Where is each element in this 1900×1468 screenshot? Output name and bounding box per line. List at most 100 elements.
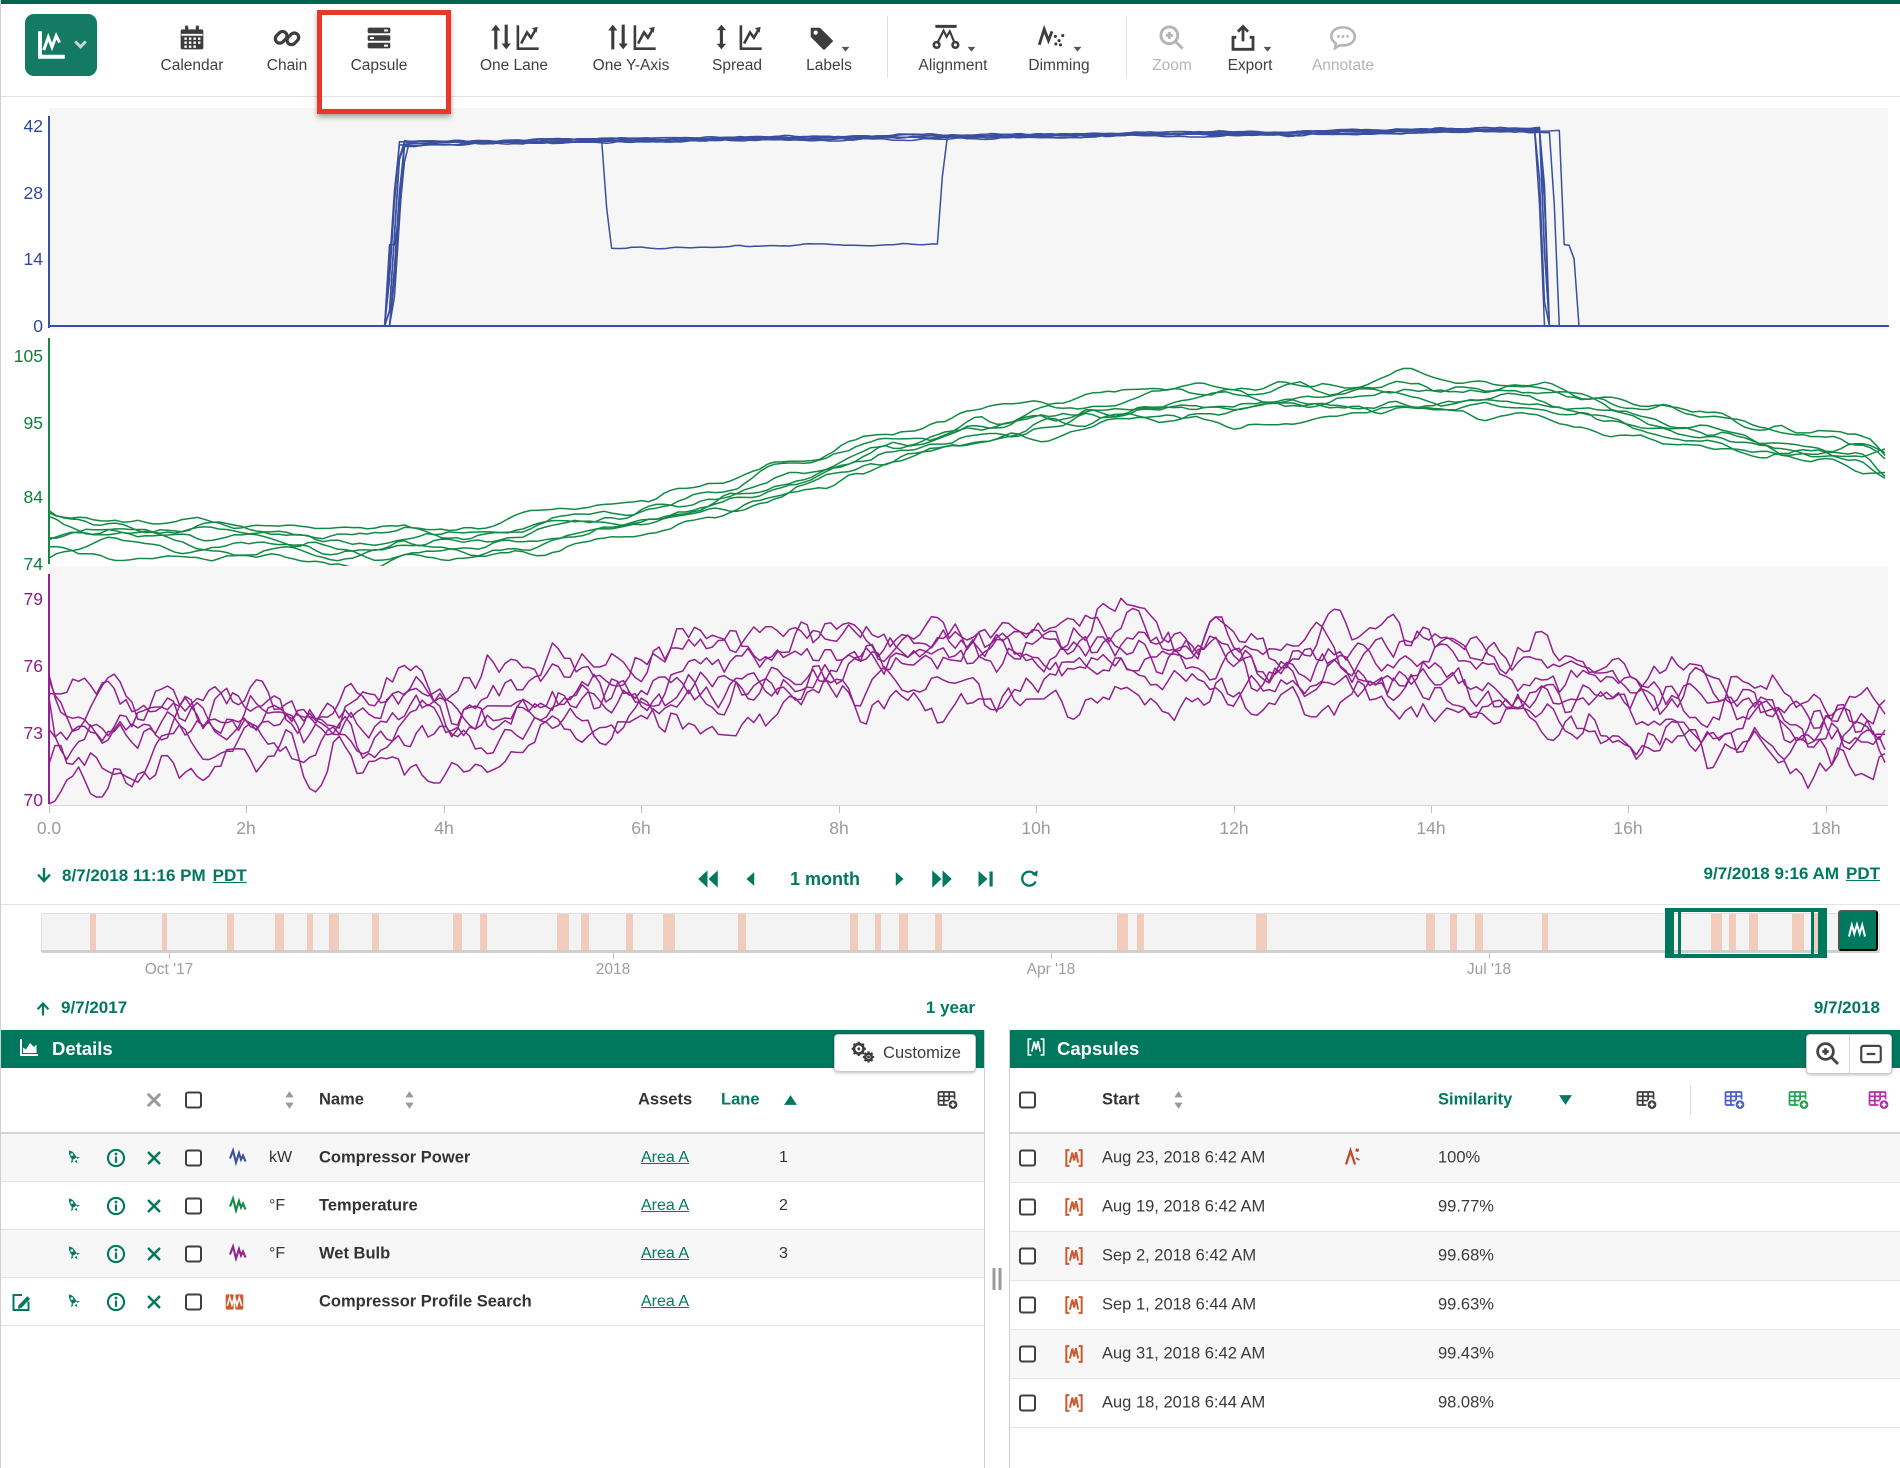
timeline-selection-handle[interactable] — [1665, 908, 1827, 958]
x-axis-tick — [1431, 806, 1432, 813]
timeline-bar[interactable] — [41, 913, 1880, 953]
lane-series-plot[interactable] — [49, 108, 1889, 330]
capsule-row[interactable]: Sep 2, 2018 6:42 AM99.68% — [1010, 1232, 1900, 1281]
capsule-start-time: Aug 31, 2018 6:42 AM — [1102, 1345, 1265, 1364]
row-checkbox[interactable] — [1019, 1248, 1036, 1265]
trend-item-icon[interactable] — [63, 1147, 85, 1169]
add-signal-stats-magenta-button[interactable] — [1866, 1088, 1892, 1112]
view-mode-button[interactable] — [25, 14, 97, 76]
remove-icon[interactable] — [145, 1245, 163, 1263]
trend-item-icon[interactable] — [63, 1195, 85, 1217]
remove-icon[interactable] — [145, 1197, 163, 1215]
range-end-timezone-link[interactable]: PDT — [1846, 864, 1880, 884]
panel-splitter[interactable] — [985, 1030, 1009, 1468]
capsule-icon — [1064, 1244, 1084, 1268]
chart-lane-1[interactable]: 4228140 — [1, 108, 1900, 330]
row-checkbox[interactable] — [1019, 1297, 1036, 1314]
details-row[interactable]: kWCompressor PowerArea A1 — [1, 1134, 984, 1182]
step-back-fast-icon[interactable] — [695, 866, 721, 892]
capsule-stripe — [557, 914, 569, 950]
asset-link[interactable]: Area A — [641, 1197, 689, 1215]
asset-link[interactable]: Area A — [641, 1149, 689, 1167]
zoom-icon — [1156, 12, 1188, 54]
capsules-panel: Capsules StartSimilarity Aug 23, 2018 6:… — [1009, 1030, 1900, 1468]
splitter-handle-icon — [993, 1268, 1002, 1290]
sort-descending-icon[interactable] — [1558, 1094, 1573, 1106]
asset-link[interactable]: Area A — [641, 1293, 689, 1311]
remove-icon[interactable] — [145, 1149, 163, 1167]
lane-series-plot[interactable] — [49, 330, 1889, 566]
capsule-row[interactable]: Aug 31, 2018 6:42 AM99.43% — [1010, 1330, 1900, 1379]
arrow-up-icon[interactable] — [33, 996, 53, 1020]
range-start-timezone-link[interactable]: PDT — [213, 866, 247, 886]
details-column-name[interactable]: Name — [319, 1091, 364, 1110]
add-signal-stats-blue-button[interactable] — [1722, 1088, 1748, 1112]
chart-lane-3[interactable]: 79767370 — [1, 566, 1900, 806]
details-row[interactable]: °FTemperatureArea A2 — [1, 1182, 984, 1230]
y-axis-tick-label: 76 — [1, 655, 43, 677]
add-column-button[interactable] — [935, 1088, 961, 1112]
capsule-row[interactable]: Aug 18, 2018 6:44 AM98.08% — [1010, 1379, 1900, 1428]
row-checkbox[interactable] — [185, 1293, 202, 1310]
toolbar-item-capsule[interactable]: Capsule — [321, 12, 437, 88]
lane-series-plot[interactable] — [49, 566, 1889, 806]
add-column-button[interactable] — [1634, 1088, 1660, 1112]
select-all-checkbox[interactable] — [185, 1092, 202, 1109]
select-all-checkbox[interactable] — [1019, 1092, 1036, 1109]
row-checkbox[interactable] — [1019, 1199, 1036, 1216]
info-icon[interactable] — [105, 1243, 127, 1265]
toolbar-item-dimming[interactable]: Dimming — [1001, 12, 1117, 88]
sort-icon[interactable] — [1172, 1090, 1185, 1111]
refresh-icon[interactable] — [1017, 867, 1041, 891]
info-icon[interactable] — [105, 1195, 127, 1217]
capsule-stripe — [1117, 914, 1128, 950]
row-checkbox[interactable] — [185, 1197, 202, 1214]
toolbar-item-one-y-axis[interactable]: One Y-Axis — [573, 12, 689, 88]
trend-item-icon[interactable] — [63, 1291, 85, 1313]
step-to-end-icon[interactable] — [974, 867, 998, 891]
sort-icon[interactable] — [283, 1090, 296, 1111]
step-back-icon[interactable] — [740, 868, 762, 890]
capsule-row[interactable]: Sep 1, 2018 6:44 AM99.63% — [1010, 1281, 1900, 1330]
capsules-column-similarity[interactable]: Similarity — [1438, 1091, 1512, 1110]
capsules-column-start[interactable]: Start — [1102, 1091, 1140, 1110]
info-icon[interactable] — [105, 1147, 127, 1169]
chart-lane-2[interactable]: 105958474 — [1, 330, 1900, 566]
capsule-time-select-button[interactable] — [1838, 910, 1878, 951]
toolbar-item-alignment[interactable]: Alignment — [895, 12, 1011, 88]
trend-item-icon[interactable] — [63, 1243, 85, 1265]
details-row[interactable]: °FWet BulbArea A3 — [1, 1230, 984, 1278]
capsule-stripe — [1137, 914, 1144, 950]
row-checkbox[interactable] — [185, 1149, 202, 1166]
toolbar-item-labels[interactable]: Labels — [771, 12, 887, 88]
row-checkbox[interactable] — [1019, 1346, 1036, 1363]
capsule-row[interactable]: Aug 23, 2018 6:42 AM100% — [1010, 1134, 1900, 1183]
details-column-lane[interactable]: Lane — [721, 1091, 760, 1110]
details-row[interactable]: Compressor Profile SearchArea A — [1, 1278, 984, 1326]
remove-icon[interactable] — [145, 1293, 163, 1311]
info-icon[interactable] — [105, 1291, 127, 1313]
row-checkbox[interactable] — [1019, 1150, 1036, 1167]
x-axis-tick — [49, 806, 50, 813]
customize-button[interactable]: Customize — [834, 1034, 976, 1072]
capsules-table-rows: Aug 23, 2018 6:42 AM100%Aug 19, 2018 6:4… — [1010, 1134, 1900, 1428]
add-signal-stats-green-button[interactable] — [1786, 1088, 1812, 1112]
asset-link[interactable]: Area A — [641, 1245, 689, 1263]
step-forward-icon[interactable] — [888, 868, 910, 890]
arrow-down-icon[interactable] — [33, 864, 55, 888]
toolbar-item-one-lane[interactable]: One Lane — [456, 12, 572, 88]
toolbar-item-annotate[interactable]: Annotate — [1285, 12, 1401, 88]
sort-icon[interactable] — [403, 1090, 416, 1111]
remove-all-icon[interactable] — [145, 1091, 163, 1109]
sort-ascending-icon[interactable] — [783, 1094, 798, 1106]
capsule-row[interactable]: Aug 19, 2018 6:42 AM99.77% — [1010, 1183, 1900, 1232]
collapse-panel-button[interactable] — [1849, 1035, 1891, 1073]
step-forward-fast-icon[interactable] — [929, 866, 955, 892]
y-axis-tick-label: 73 — [1, 722, 43, 744]
zoom-to-capsule-button[interactable] — [1807, 1035, 1849, 1073]
edit-icon[interactable] — [9, 1290, 33, 1314]
row-checkbox[interactable] — [1019, 1395, 1036, 1412]
row-checkbox[interactable] — [185, 1245, 202, 1262]
details-column-assets[interactable]: Assets — [638, 1091, 692, 1110]
capsule-stripe — [626, 914, 633, 950]
